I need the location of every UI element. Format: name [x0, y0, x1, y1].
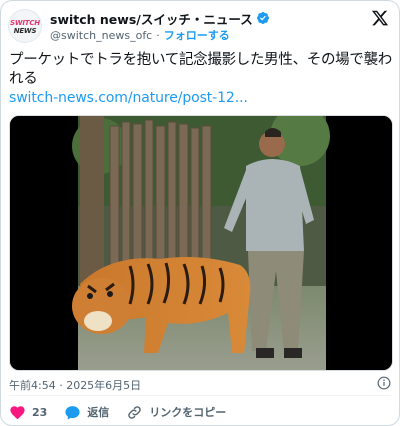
video-player[interactable]: [9, 115, 393, 371]
copy-link-button[interactable]: リンクをコピー: [126, 404, 226, 421]
like-button[interactable]: 23: [9, 404, 47, 421]
reply-label: 返信: [87, 406, 110, 419]
x-logo-icon[interactable]: [371, 9, 389, 27]
timestamp[interactable]: 午前4:54 · 2025年6月5日: [9, 377, 141, 393]
display-name[interactable]: switch news/スイッチ・ニュース: [50, 9, 253, 28]
verified-badge-icon: [256, 12, 269, 24]
avatar-logo-text-bottom: NEWS: [13, 27, 37, 35]
tweet-header: SWITCH NEWS switch news/スイッチ・ニュース @switc…: [8, 9, 391, 43]
action-bar: 23 返信 リンクをコピー: [9, 403, 243, 421]
handle-row: @switch_news_ofc · フォローする: [50, 27, 230, 43]
name-row: switch news/スイッチ・ニュース: [50, 9, 270, 28]
handle[interactable]: @switch_news_ofc: [50, 29, 152, 42]
link-icon: [128, 405, 142, 419]
article-link[interactable]: switch-news.com/nature/post-12...: [9, 90, 248, 106]
like-count: 23: [32, 405, 48, 419]
tweet-text: プーケットでトラを抱いて記念撮影した男性、その場で襲われる: [9, 52, 392, 87]
heart-icon: [10, 405, 25, 419]
copy-link-label: リンクをコピー: [149, 406, 227, 419]
reply-button[interactable]: 返信: [64, 404, 109, 421]
info-icon[interactable]: [377, 376, 391, 390]
video-frame-tiger-and-man: [10, 116, 392, 370]
avatar-logo-text-top: SWITCH: [10, 19, 40, 27]
separator-dot: ·: [156, 28, 160, 42]
tweet-card: SWITCH NEWS switch news/スイッチ・ニュース @switc…: [0, 0, 400, 426]
divider: [9, 395, 391, 396]
avatar[interactable]: SWITCH NEWS: [8, 9, 42, 43]
reply-icon: [65, 405, 80, 420]
follow-button[interactable]: フォローする: [164, 27, 230, 43]
